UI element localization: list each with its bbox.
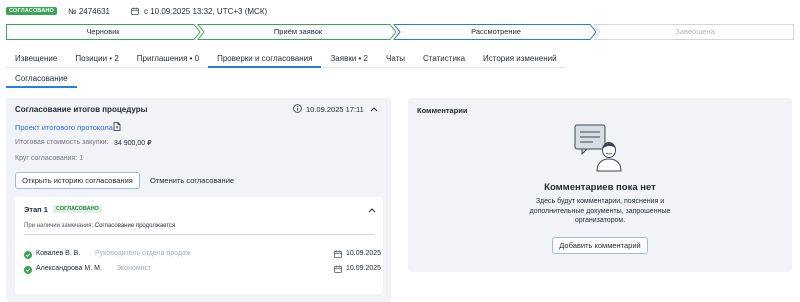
approver-role: Экономист — [116, 265, 152, 272]
tab-invitations[interactable]: Приглашения • 0 — [127, 50, 209, 68]
step-review: Рассмотрение — [471, 27, 521, 36]
tab-chats[interactable]: Чаты — [376, 50, 415, 68]
protocol-draft-link[interactable]: Проект итогового протокола — [15, 123, 113, 132]
approver-row: Александрова М. М. Экономист 10.09.2025 — [24, 265, 382, 275]
calendar-icon — [334, 265, 342, 273]
comments-panel: Комментарии Комментариев пока нет Здесь … — [408, 98, 792, 272]
approver-role: Руководитель отдела продаж — [95, 250, 191, 257]
tab-change-history[interactable]: История изменений — [474, 50, 566, 68]
procedure-number: № 2474631 — [68, 6, 110, 16]
cancel-approval-button[interactable]: Отменить согласование — [150, 172, 234, 189]
procedure-stepper: Черновик Приём заявок Рассмотрение Завер… — [6, 24, 794, 40]
add-comment-button[interactable]: Добавить комментарий — [552, 237, 648, 254]
stage-status-badge: СОГЛАСОВАНО — [53, 205, 102, 213]
total-cost-label: Итоговая стоимость закупки: — [15, 139, 109, 146]
calendar-icon — [131, 7, 139, 15]
procedure-header: СОГЛАСОВАНО № 2474631 с 10.09.2025 13:32… — [6, 4, 267, 18]
approval-subtabs: Согласование — [6, 70, 77, 88]
procedure-tabs: Извещение Позиции • 2 Приглашения • 0 Пр… — [6, 50, 566, 68]
approver-name: Александрова М. М. — [36, 265, 102, 272]
stage-note: При наличии замечания: Согласование прод… — [24, 223, 175, 229]
total-cost-value: 34 900,00 ₽ — [114, 140, 152, 147]
check-circle-icon — [24, 251, 32, 259]
tab-positions[interactable]: Позиции • 2 — [66, 50, 128, 68]
divider — [24, 234, 374, 235]
approver-name: Ковалев В. В. — [36, 250, 81, 257]
open-approval-history-button[interactable]: Открыть историю согласования — [15, 172, 140, 189]
calendar-icon — [334, 250, 342, 258]
tab-statistics[interactable]: Статистика — [414, 50, 475, 68]
tab-checks-and-approvals[interactable]: Проверки и согласования — [208, 50, 322, 68]
approval-stage-card: Этап 1 СОГЛАСОВАНО При наличии замечания… — [15, 197, 383, 294]
step-draft: Черновик — [86, 27, 120, 36]
comments-empty-title: Комментариев пока нет — [544, 182, 656, 193]
approval-date: 10.09.2025 — [346, 250, 382, 257]
stage-note-label: При наличии замечания: — [24, 223, 94, 229]
tab-notice[interactable]: Извещение — [6, 50, 67, 68]
check-circle-icon — [24, 266, 32, 274]
approval-panel: Согласование итогов процедуры 10.09.2025… — [6, 98, 391, 302]
step-accepting-applications: Приём заявок — [273, 27, 323, 36]
approval-datetime: 10.09.2025 17:11 — [306, 105, 364, 114]
approval-round: Круг согласования: 1 — [15, 155, 84, 162]
chevron-up-icon[interactable] — [370, 106, 378, 112]
chevron-up-icon[interactable] — [368, 207, 376, 213]
stage-note-value: Согласование продолжается — [94, 223, 176, 229]
clock-icon — [293, 104, 302, 113]
approval-title: Согласование итогов процедуры — [15, 105, 148, 114]
subtab-approval[interactable]: Согласование — [6, 70, 77, 88]
approval-date: 10.09.2025 — [346, 265, 382, 272]
comments-title: Комментарии — [417, 106, 468, 115]
tab-applications[interactable]: Заявки • 2 — [321, 50, 377, 68]
stage-title: Этап 1 — [24, 205, 48, 214]
approver-row: Ковалев В. В. Руководитель отдела продаж… — [24, 250, 382, 260]
person-with-speech-bubble-icon — [574, 124, 622, 172]
document-icon[interactable] — [113, 122, 121, 131]
status-badge: СОГЛАСОВАНО — [6, 7, 58, 15]
comments-empty-description: Здесь будут комментарии, пояснения и доп… — [529, 198, 671, 224]
procedure-date: с 10.09.2025 13:32, UTC+3 (МСК) — [143, 6, 268, 16]
step-completed: Завершена — [675, 27, 715, 36]
